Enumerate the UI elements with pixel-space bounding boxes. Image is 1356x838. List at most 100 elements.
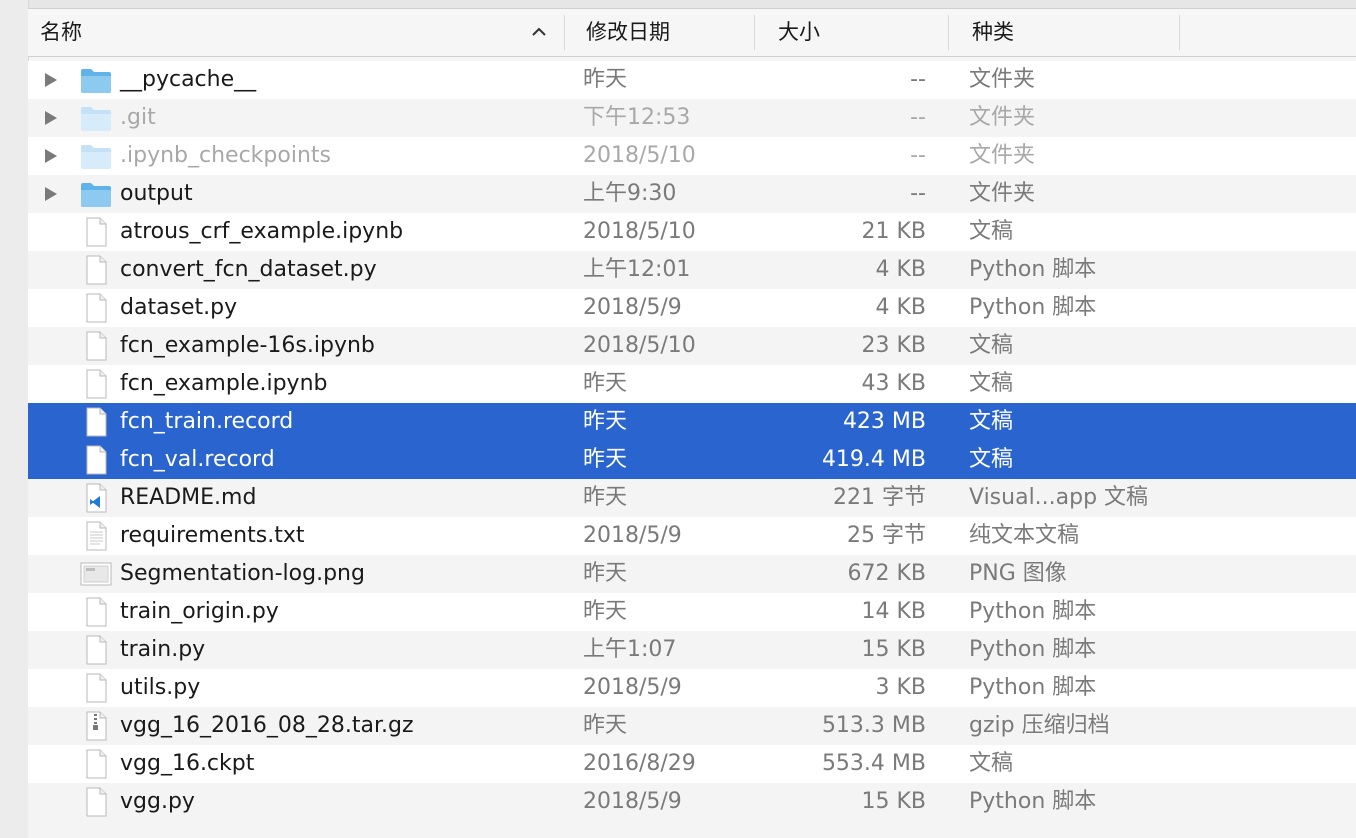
document-icon [80, 293, 112, 323]
file-row[interactable]: fcn_example.ipynb 昨天 43 KB 文稿 [28, 365, 1356, 403]
archive-icon [80, 711, 112, 741]
file-date: 昨天 [583, 713, 628, 738]
file-date: 昨天 [583, 67, 628, 92]
file-name: Segmentation-log.png [120, 561, 365, 586]
document-icon [80, 369, 112, 399]
file-name: output [120, 181, 193, 206]
column-header-size-label: 大小 [778, 20, 820, 44]
file-row[interactable]: vgg_16_2016_08_28.tar.gz 昨天 513.3 MB gzip 压… [28, 707, 1356, 745]
file-date: 上午1:07 [583, 637, 677, 662]
column-header-kind[interactable]: 种类 [960, 9, 1180, 56]
file-row[interactable]: vgg_16.ckpt 2016/8/29 553.4 MB 文稿 [28, 745, 1356, 783]
file-date: 2018/5/10 [583, 143, 696, 168]
file-date: 昨天 [583, 409, 628, 434]
file-size: -- [910, 181, 926, 206]
file-row[interactable]: __pycache__ 昨天 -- 文件夹 [28, 61, 1356, 99]
file-name: .git [120, 105, 156, 130]
file-row[interactable]: Segmentation-log.png 昨天 672 KB PNG 图像 [28, 555, 1356, 593]
document-icon [80, 217, 112, 247]
file-kind: 纯文本文稿 [969, 523, 1080, 548]
text-document-icon [80, 521, 112, 551]
file-name: atrous_crf_example.ipynb [120, 219, 404, 244]
image-icon [80, 559, 112, 589]
document-icon [80, 749, 112, 779]
disclosure-triangle-icon[interactable] [44, 186, 58, 202]
file-name: fcn_example.ipynb [120, 371, 328, 396]
file-kind: 文件夹 [969, 143, 1036, 168]
file-row[interactable]: README.md 昨天 221 字节 Visual...app 文稿 [28, 479, 1356, 517]
file-name: convert_fcn_dataset.py [120, 257, 377, 282]
disclosure-triangle-icon[interactable] [44, 72, 58, 88]
document-icon [80, 445, 112, 475]
file-date: 2018/5/10 [583, 219, 696, 244]
column-divider[interactable] [948, 15, 949, 50]
file-row[interactable]: train_origin.py 昨天 14 KB Python 脚本 [28, 593, 1356, 631]
folder-icon [80, 179, 112, 209]
column-header-name-label: 名称 [40, 20, 82, 44]
file-date: 昨天 [583, 371, 628, 396]
column-divider[interactable] [564, 15, 565, 50]
file-row[interactable]: .ipynb_checkpoints 2018/5/10 -- 文件夹 [28, 137, 1356, 175]
file-row[interactable]: requirements.txt 2018/5/9 25 字节 纯文本文稿 [28, 517, 1356, 555]
file-row[interactable]: dataset.py 2018/5/9 4 KB Python 脚本 [28, 289, 1356, 327]
file-kind: gzip 压缩归档 [969, 713, 1110, 738]
file-date: 昨天 [583, 599, 628, 624]
file-row[interactable]: convert_fcn_dataset.py 上午12:01 4 KB Python … [28, 251, 1356, 289]
document-icon [80, 673, 112, 703]
finder-window: 名称 修改日期 大小 种类 __pycache__ 昨天 -- 文件夹 .git 下午12… [0, 0, 1356, 838]
document-icon [80, 331, 112, 361]
file-name: train.py [120, 637, 206, 662]
file-date: 2018/5/10 [583, 333, 696, 358]
file-row[interactable]: fcn_val.record 昨天 419.4 MB 文稿 [28, 441, 1356, 479]
file-kind: Visual...app 文稿 [969, 485, 1149, 510]
file-kind: Python 脚本 [969, 257, 1097, 282]
document-icon [80, 787, 112, 817]
column-header-date[interactable]: 修改日期 [574, 9, 754, 56]
column-header-kind-label: 种类 [972, 20, 1014, 44]
disclosure-triangle-icon[interactable] [44, 110, 58, 126]
file-kind: 文稿 [969, 447, 1014, 472]
file-name: train_origin.py [120, 599, 279, 624]
column-header-size[interactable]: 大小 [766, 9, 946, 56]
file-size: 4 KB [875, 295, 926, 320]
file-row[interactable]: vgg.py 2018/5/9 15 KB Python 脚本 [28, 783, 1356, 821]
file-size: 553.4 MB [821, 751, 926, 776]
file-list: __pycache__ 昨天 -- 文件夹 .git 下午12:53 -- 文件夹 .ipynb… [28, 61, 1356, 821]
file-row[interactable]: atrous_crf_example.ipynb 2018/5/10 21 KB 文稿 [28, 213, 1356, 251]
file-kind: 文稿 [969, 219, 1014, 244]
file-size: 672 KB [847, 561, 926, 586]
disclosure-triangle-icon[interactable] [44, 148, 58, 164]
folder-icon [80, 141, 112, 171]
toolbar-edge [0, 0, 1356, 9]
column-divider[interactable] [754, 15, 755, 50]
file-kind: 文稿 [969, 371, 1014, 396]
file-name: fcn_example-16s.ipynb [120, 333, 375, 358]
column-divider[interactable] [1179, 15, 1180, 50]
column-header-date-label: 修改日期 [586, 20, 670, 44]
file-size: 43 KB [861, 371, 926, 396]
file-row[interactable]: train.py 上午1:07 15 KB Python 脚本 [28, 631, 1356, 669]
file-name: README.md [120, 485, 257, 510]
file-row[interactable]: utils.py 2018/5/9 3 KB Python 脚本 [28, 669, 1356, 707]
file-size: -- [910, 143, 926, 168]
file-kind: Python 脚本 [969, 599, 1097, 624]
file-name: vgg_16_2016_08_28.tar.gz [120, 713, 414, 738]
file-size: 14 KB [861, 599, 926, 624]
file-name: vgg.py [120, 789, 195, 814]
file-date: 上午12:01 [583, 257, 691, 282]
file-name: utils.py [120, 675, 201, 700]
file-row[interactable]: fcn_example-16s.ipynb 2018/5/10 23 KB 文稿 [28, 327, 1356, 365]
file-kind: 文件夹 [969, 105, 1036, 130]
file-kind: PNG 图像 [969, 561, 1067, 586]
file-size: 23 KB [861, 333, 926, 358]
sort-ascending-icon[interactable] [530, 23, 548, 41]
file-date: 昨天 [583, 561, 628, 586]
file-row[interactable]: fcn_train.record 昨天 423 MB 文稿 [28, 403, 1356, 441]
file-name: requirements.txt [120, 523, 305, 548]
column-header-name[interactable]: 名称 [28, 9, 564, 56]
file-date: 昨天 [583, 485, 628, 510]
file-row[interactable]: output 上午9:30 -- 文件夹 [28, 175, 1356, 213]
file-row[interactable]: .git 下午12:53 -- 文件夹 [28, 99, 1356, 137]
document-icon [80, 255, 112, 285]
file-size: 513.3 MB [821, 713, 926, 738]
